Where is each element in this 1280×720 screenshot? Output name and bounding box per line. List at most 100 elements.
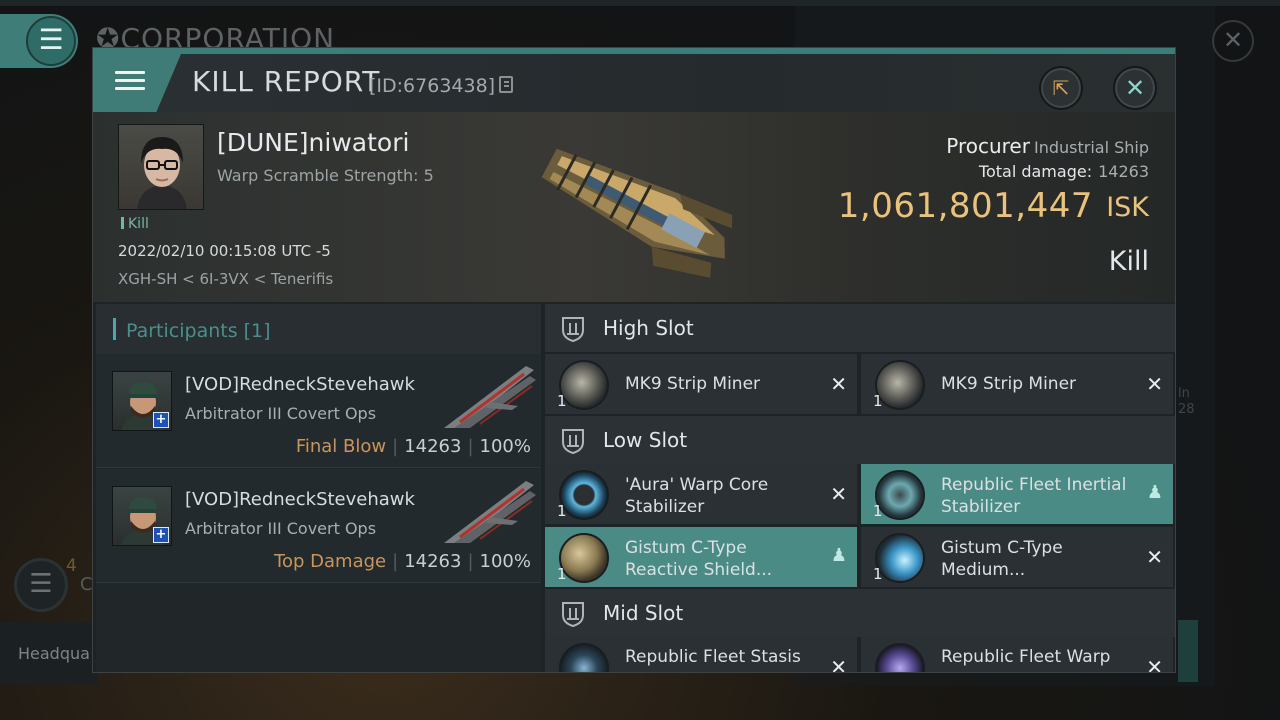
background-hq-label: Headqua [18,644,90,663]
destroyed-icon: ✕ [1146,545,1163,569]
module-item[interactable]: 1 MK9 Strip Miner ✕ [861,354,1173,414]
ship-class: Industrial Ship [1033,138,1149,157]
close-icon: ✕ [1124,74,1146,102]
module-item[interactable]: 1 Republic Fleet Stasis ✕ [545,637,857,673]
participant-ship-image[interactable] [440,477,540,547]
module-name: MK9 Strip Miner [625,374,761,394]
module-item[interactable]: 1 'Aura' Warp Core Stabilizer ✕ [545,464,857,524]
fitting-panel: High Slot 1 MK9 Strip Miner ✕ 1 MK9 Stri… [545,304,1175,673]
module-item[interactable]: 1 Gistum C-Type Reactive Shield... ♟ [545,527,857,587]
kill-report-modal: KILL REPORT [ID:6763438] ⇱ ✕ [DUNE]niwat… [92,47,1176,673]
slot-shield-icon [562,602,584,627]
stasis-webifier-icon [559,643,609,672]
participant-name[interactable]: [VOD]RedneckStevehawk [185,489,415,510]
kill-timestamp: 2022/02/10 00:15:08 UTC -5 [118,242,331,260]
module-item[interactable]: 1 MK9 Strip Miner ✕ [545,354,857,414]
final-blow-tag: Final Blow [295,436,387,457]
isk-value: 1,061,801,447 [837,186,1093,226]
participant-ship: Arbitrator III Covert Ops [185,519,377,538]
result-label: Kill [1108,246,1149,277]
module-item[interactable]: 1 Republic Fleet Warp ✕ [861,637,1173,672]
separator: | [467,551,474,572]
mid-slot-label: Mid Slot [603,601,684,625]
close-button[interactable]: ✕ [1113,66,1157,110]
module-name: Republic Fleet Stasis [625,647,801,667]
menu-button[interactable] [93,54,181,112]
module-name: 'Aura' Warp Core Stabilizer [625,475,769,517]
portrait-icon [137,137,187,209]
participant-ship: Arbitrator III Covert Ops [185,404,377,423]
participant-damage: 14263 [404,436,462,457]
participant-row[interactable]: + [VOD]RedneckStevehawk Arbitrator III C… [96,354,541,468]
module-quantity: 1 [557,565,567,583]
module-item[interactable]: 1 Gistum C-Type Medium... ✕ [861,527,1173,587]
top-damage-tag: Top Damage [274,551,387,572]
isk-unit: ISK [1106,192,1149,223]
dropped-person-icon: ♟ [1146,482,1163,503]
participant-percent: 100% [479,436,531,457]
destroyed-icon: ✕ [830,655,847,673]
high-slot-label: High Slot [603,316,694,340]
warp-scramble-strength: Warp Scramble Strength: 5 [217,166,434,185]
module-item[interactable]: 1 Republic Fleet Inertial Stabilizer ♟ [861,464,1173,524]
menu-icon: ☰ [26,16,76,66]
mid-slot-header: Mid Slot [545,589,1175,637]
victim-ship[interactable]: Procurer Industrial Ship [946,134,1149,158]
ship-name: Procurer [946,134,1030,158]
victim-avatar[interactable] [118,124,204,210]
victim-summary: [DUNE]niwatori Warp Scramble Strength: 5… [93,112,1175,302]
separator: | [392,436,399,457]
kill-location[interactable]: XGH-SH < 6I-3VX < Tenerifis [118,270,333,288]
module-quantity: 1 [557,502,567,520]
participant-stats: Final Blow | 14263 | 100% [296,436,531,457]
destroyed-icon: ✕ [830,372,847,396]
total-damage-value: 14263 [1098,162,1149,181]
victim-name[interactable]: [DUNE]niwatori [217,128,409,157]
background-close-icon[interactable]: ✕ [1212,20,1254,62]
kill-tag: Kill [121,216,149,232]
share-button[interactable]: ⇱ [1039,66,1083,110]
module-quantity: 1 [873,565,883,583]
separator: | [392,551,399,572]
background-right-text: ln 28 [1178,386,1195,417]
participants-accent-bar [113,318,116,340]
background-badge-letter: C [80,574,93,595]
plus-icon: + [153,527,169,543]
slot-shield-icon [562,429,584,454]
module-name: MK9 Strip Miner [941,374,1077,394]
background-menu-button[interactable]: ☰ [0,14,78,68]
dropped-person-icon: ♟ [830,545,847,566]
low-slot-header: Low Slot [545,416,1175,464]
copy-icon[interactable] [499,76,513,93]
module-name: Republic Fleet Inertial Stabilizer [941,475,1127,517]
module-name: Gistum C-Type Reactive Shield... [625,538,773,580]
plus-icon: + [153,412,169,428]
participant-row[interactable]: + [VOD]RedneckStevehawk Arbitrator III C… [96,469,541,583]
separator: | [467,436,474,457]
participants-panel: Participants [1] + [VOD]RedneckStevehawk… [96,304,541,672]
victim-ship-image[interactable] [518,124,758,294]
module-quantity: 1 [873,392,883,410]
module-quantity: 1 [557,392,567,410]
background-list-button[interactable]: ☰ [14,558,68,612]
slot-shield-icon [562,317,584,342]
warp-disruptor-icon [875,643,925,672]
module-name: Republic Fleet Warp [941,647,1111,667]
hamburger-icon [115,66,145,96]
participant-percent: 100% [479,551,531,572]
participant-stats: Top Damage | 14263 | 100% [274,551,531,572]
participant-damage: 14263 [404,551,462,572]
low-slot-label: Low Slot [603,428,688,452]
participant-ship-image[interactable] [440,362,540,432]
total-damage: Total damage: 14263 [979,162,1149,181]
module-quantity: 1 [873,502,883,520]
participants-label: Participants [1] [126,320,271,342]
background-right-button[interactable] [1178,620,1198,682]
high-slot-header: High Slot [545,304,1175,352]
total-damage-label: Total damage: [978,162,1093,181]
share-icon: ⇱ [1052,76,1070,100]
participant-name[interactable]: [VOD]RedneckStevehawk [185,374,415,395]
destroyed-icon: ✕ [830,482,847,506]
module-name: Gistum C-Type Medium... [941,538,1063,580]
background-badge-count: 4 [66,556,77,576]
